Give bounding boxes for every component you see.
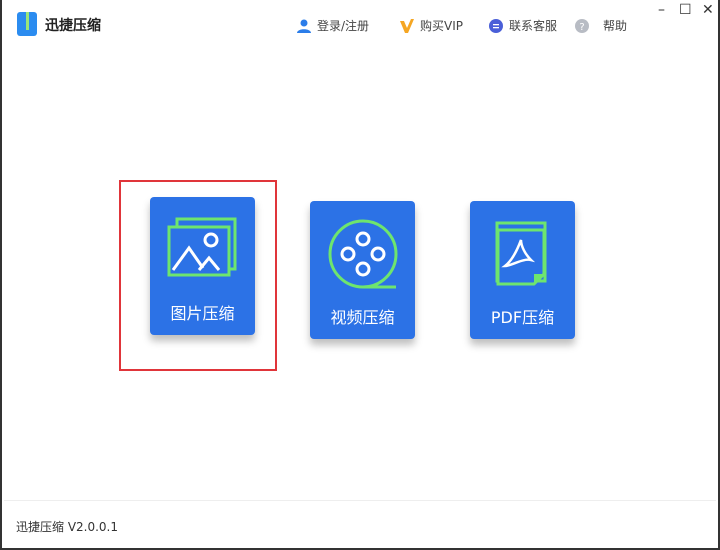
buy-vip-button[interactable]: 购买VIP xyxy=(400,17,463,34)
help-button[interactable]: ? 帮助 xyxy=(575,17,627,34)
pdf-document-icon xyxy=(495,221,547,286)
login-button[interactable]: 登录/注册 xyxy=(297,17,369,34)
version-label: 迅捷压缩 V2.0.0.1 xyxy=(16,520,119,534)
user-icon xyxy=(297,19,311,33)
vip-icon xyxy=(400,18,414,33)
app-window: 迅捷压缩 登录/注册 购买VIP 联系客服 ? 帮助 – ☐ ✕ 图片压缩 视频… xyxy=(0,0,720,550)
app-title: 迅捷压缩 xyxy=(45,18,101,34)
card-label: 图片压缩 xyxy=(170,304,235,323)
svg-text:?: ? xyxy=(579,22,584,33)
login-label: 登录/注册 xyxy=(317,19,370,33)
card-label: 视频压缩 xyxy=(330,308,395,327)
image-icon xyxy=(167,217,237,277)
chat-icon xyxy=(489,18,503,33)
image-compress-card[interactable]: 图片压缩 xyxy=(150,197,255,335)
card-label: PDF压缩 xyxy=(490,308,555,327)
contact-support-button[interactable]: 联系客服 xyxy=(489,17,557,34)
close-button[interactable]: ✕ xyxy=(702,2,714,18)
pdf-compress-card[interactable]: PDF压缩 xyxy=(470,201,575,339)
support-label: 联系客服 xyxy=(509,19,558,33)
maximize-button[interactable]: ☐ xyxy=(679,2,692,18)
help-icon: ? xyxy=(575,18,589,33)
film-reel-icon xyxy=(328,219,398,289)
vip-label: 购买VIP xyxy=(420,19,463,33)
minimize-button[interactable]: – xyxy=(658,2,665,18)
help-label: 帮助 xyxy=(603,19,628,33)
video-compress-card[interactable]: 视频压缩 xyxy=(310,201,415,339)
footer-divider xyxy=(4,500,716,501)
app-logo-icon xyxy=(17,12,37,36)
